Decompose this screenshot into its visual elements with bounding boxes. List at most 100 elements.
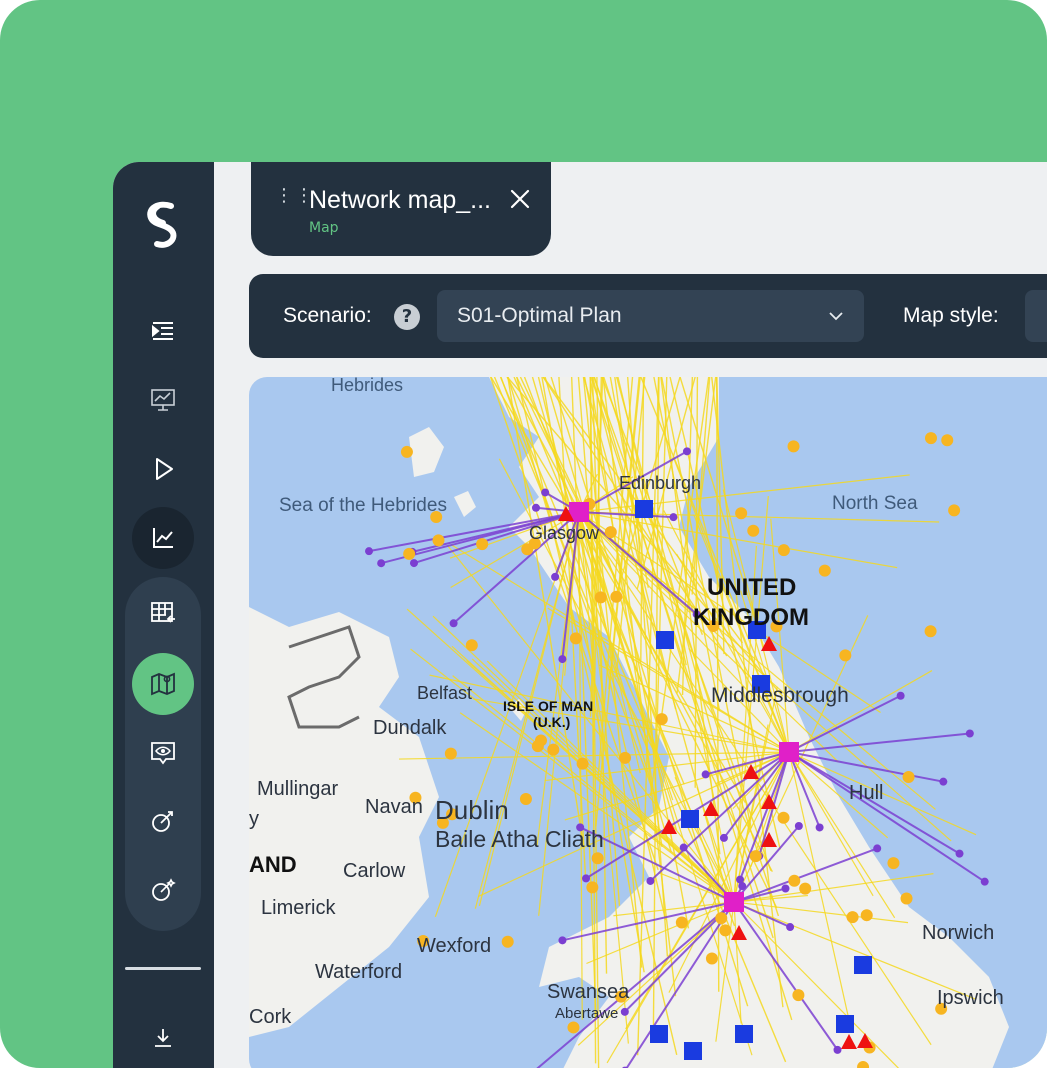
scenario-select[interactable]: S01-Optimal Plan (437, 290, 864, 342)
hub-node[interactable] (779, 742, 799, 762)
customer-node[interactable] (567, 1021, 580, 1034)
customer-node[interactable] (576, 757, 589, 770)
customer-node[interactable] (591, 852, 604, 865)
warehouse-node[interactable] (684, 1042, 702, 1060)
warehouse-node[interactable] (656, 631, 674, 649)
app-logo (147, 201, 177, 248)
customer-node[interactable] (619, 751, 632, 764)
customer-node[interactable] (749, 850, 762, 863)
place-label: Limerick (261, 897, 336, 919)
map-button[interactable] (132, 653, 194, 715)
run-button[interactable] (132, 438, 194, 500)
customer-node[interactable] (846, 911, 859, 924)
customer-node[interactable] (501, 935, 514, 948)
customer-node[interactable] (924, 432, 937, 445)
customer-node[interactable] (476, 538, 489, 551)
customer-node[interactable] (586, 881, 599, 894)
customer-node[interactable] (610, 590, 623, 603)
customer-node[interactable] (604, 526, 617, 539)
map-style-label: Map style: (903, 304, 999, 327)
customer-node[interactable] (860, 909, 873, 922)
place-label: Ipswich (937, 987, 1004, 1009)
hub-node[interactable] (724, 892, 744, 912)
customer-node[interactable] (839, 649, 852, 662)
customer-node[interactable] (432, 534, 445, 547)
flow-arrowhead (815, 823, 824, 832)
customer-node[interactable] (941, 434, 954, 447)
customer-node[interactable] (902, 770, 915, 783)
flow-arrowhead (582, 874, 591, 883)
flow-arrowhead (679, 843, 688, 852)
target-sparkle-icon (152, 878, 176, 901)
table-button[interactable] (132, 582, 194, 644)
sidebar-divider (125, 967, 201, 970)
dashboard-button[interactable] (132, 369, 194, 431)
network-map[interactable]: Hebrides Sea of the Hebrides Edinburgh G… (249, 377, 1047, 1068)
customer-node[interactable] (777, 811, 790, 824)
tab-network-map[interactable]: ⋮⋮ Network map_... Map (251, 162, 551, 256)
warehouse-node[interactable] (650, 1025, 668, 1043)
results-button[interactable] (132, 507, 194, 569)
target-sparkle-button[interactable] (132, 860, 194, 922)
flow-arrowhead (531, 503, 540, 512)
place-label: Dundalk (373, 717, 447, 739)
warehouse-node[interactable] (735, 1025, 753, 1043)
place-label: Cork (249, 1006, 292, 1028)
scenario-value: S01-Optimal Plan (457, 304, 622, 327)
menu-indent-icon (152, 322, 173, 340)
help-icon[interactable]: ? (394, 304, 420, 330)
close-icon[interactable] (509, 188, 531, 210)
menu-indent-button[interactable] (132, 300, 194, 362)
customer-node[interactable] (924, 625, 937, 638)
customer-node[interactable] (792, 989, 805, 1002)
flow-arrowhead (669, 513, 678, 522)
view-button[interactable] (132, 722, 194, 784)
customer-node[interactable] (777, 544, 790, 557)
customer-node[interactable] (900, 892, 913, 905)
flow-arrowhead (980, 877, 989, 886)
place-label: Edinburgh (619, 473, 701, 493)
target-button[interactable] (132, 791, 194, 853)
warehouse-node[interactable] (681, 810, 699, 828)
customer-node[interactable] (747, 524, 760, 537)
customer-node[interactable] (705, 952, 718, 965)
customer-node[interactable] (948, 504, 961, 517)
customer-node[interactable] (787, 440, 800, 453)
customer-node[interactable] (818, 564, 831, 577)
place-label: Belfast (417, 683, 472, 703)
customer-node[interactable] (719, 924, 732, 937)
map-toolbar: Scenario: ? S01-Optimal Plan Map style: (249, 274, 1047, 358)
customer-node[interactable] (594, 591, 607, 604)
place-label: Middlesbrough (711, 684, 849, 707)
customer-node[interactable] (444, 747, 457, 760)
customer-node[interactable] (715, 912, 728, 925)
sidebar (113, 162, 214, 1068)
download-button[interactable] (132, 1007, 194, 1068)
customer-node[interactable] (799, 882, 812, 895)
customer-node[interactable] (465, 639, 478, 652)
customer-node[interactable] (519, 792, 532, 805)
flow-arrowhead (409, 559, 418, 568)
warehouse-node[interactable] (635, 500, 653, 518)
flow-arrowhead (620, 1007, 629, 1016)
flow-arrowhead (449, 619, 458, 628)
place-label: Baile Atha Cliath (435, 826, 604, 852)
customer-node[interactable] (400, 445, 413, 458)
customer-node[interactable] (569, 632, 582, 645)
map-style-select[interactable] (1025, 290, 1047, 342)
map-icon (151, 672, 175, 696)
customer-node[interactable] (655, 713, 668, 726)
place-label: Navan (365, 796, 423, 818)
map-canvas[interactable]: Hebrides Sea of the Hebrides Edinburgh G… (249, 377, 1047, 1068)
customer-node[interactable] (547, 743, 560, 756)
customer-node[interactable] (788, 874, 801, 887)
warehouse-node[interactable] (836, 1015, 854, 1033)
customer-node[interactable] (531, 740, 544, 753)
customer-node[interactable] (675, 916, 688, 929)
flow-arrowhead (965, 729, 974, 738)
customer-node[interactable] (735, 507, 748, 520)
customer-node[interactable] (887, 857, 900, 870)
customer-node[interactable] (403, 547, 416, 560)
play-icon (156, 458, 173, 480)
warehouse-node[interactable] (854, 956, 872, 974)
